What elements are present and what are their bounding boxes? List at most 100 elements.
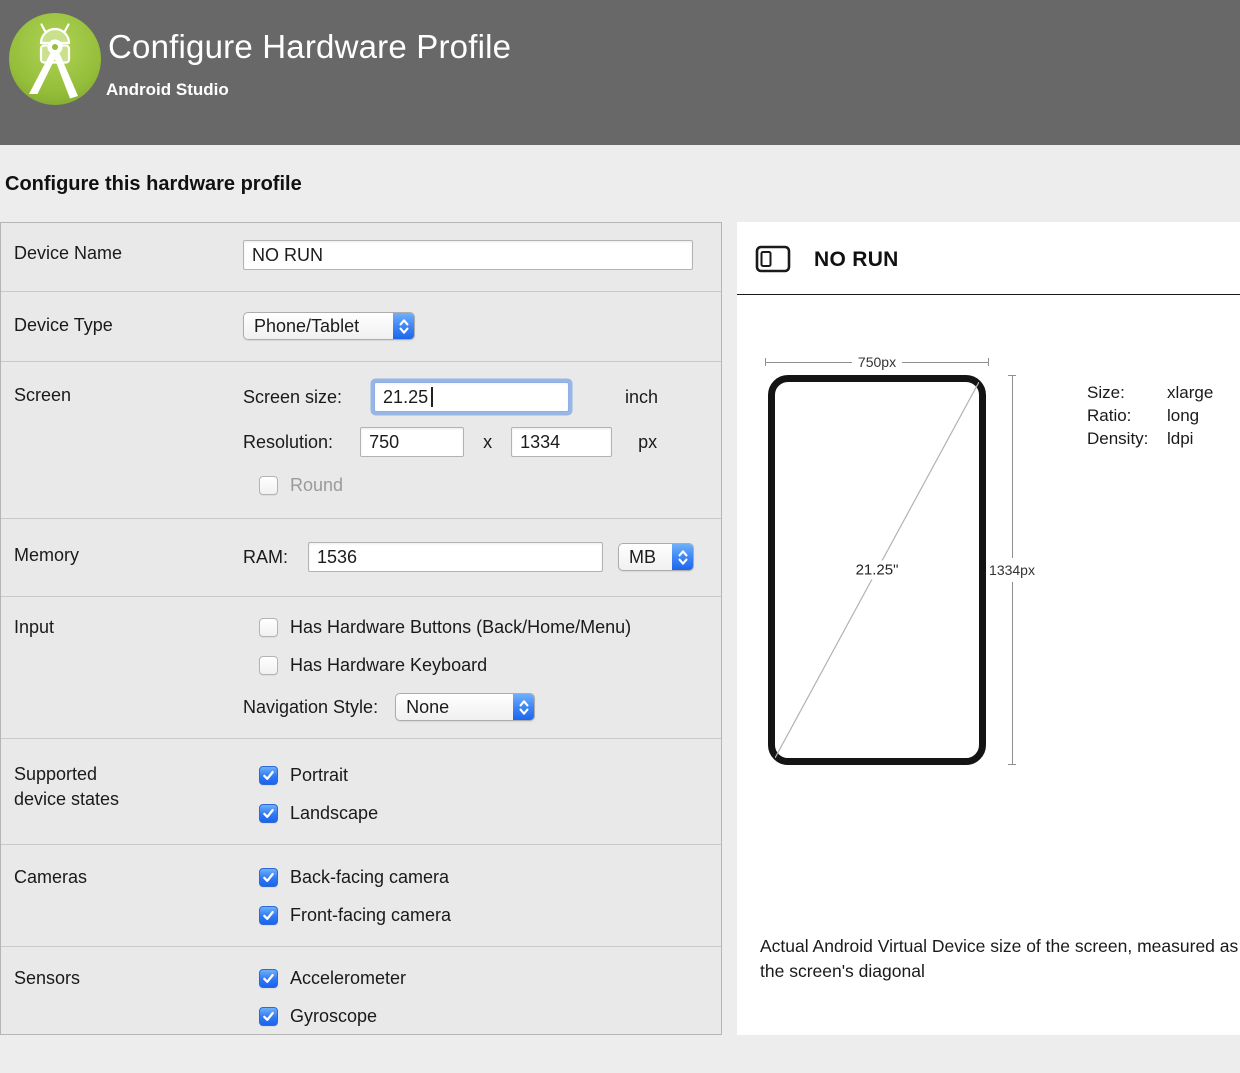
device-type-select[interactable]: Phone/Tablet — [243, 312, 415, 340]
width-measure: 750px — [765, 354, 989, 370]
navigation-style-select[interactable]: None — [395, 693, 536, 721]
resolution-height-input[interactable] — [511, 427, 613, 457]
navigation-style-value: None — [406, 696, 450, 717]
measure-line — [902, 361, 988, 363]
round-row: Round — [243, 472, 721, 498]
ram-unit-value: MB — [629, 546, 656, 567]
density-info-value: ldpi — [1167, 429, 1194, 448]
portrait-label: Portrait — [290, 764, 349, 785]
accelerometer-checkbox[interactable] — [259, 968, 278, 988]
device-name-section: Device Name — [1, 223, 721, 291]
cameras-section: Cameras Back-facing camera Front-facing … — [1, 844, 721, 946]
preview-device-name: NO RUN — [814, 248, 899, 271]
hardware-buttons-row: Has Hardware Buttons (Back/Home/Menu) — [243, 614, 721, 640]
size-info-label: Size: — [1087, 383, 1125, 402]
device-type-label: Device Type — [14, 315, 113, 335]
up-down-stepper-icon — [672, 544, 693, 570]
memory-section: Memory RAM: MB — [1, 518, 721, 596]
android-studio-logo-icon — [9, 13, 101, 105]
screen-label: Screen — [14, 385, 72, 405]
device-name-label: Device Name — [14, 243, 123, 263]
size-info-row: Size: xlarge — [1087, 381, 1213, 404]
hardware-keyboard-checkbox[interactable] — [259, 655, 278, 675]
density-info-label: Density: — [1087, 429, 1149, 448]
resolution-label: Resolution: — [243, 431, 334, 452]
checkmark-icon — [263, 1011, 274, 1021]
chevrons-icon — [398, 318, 409, 334]
input-section: Input Has Hardware Buttons (Back/Home/Me… — [1, 596, 721, 738]
measure-tick — [988, 358, 989, 366]
front-camera-label: Front-facing camera — [290, 904, 452, 925]
checkmark-icon — [263, 973, 274, 983]
device-preview-panel: NO RUN 750px 21.25" 1334px Size: xlarge … — [737, 222, 1240, 1035]
hardware-keyboard-label: Has Hardware Keyboard — [290, 654, 488, 675]
accelerometer-row: Accelerometer — [243, 965, 721, 991]
height-measure-label: 1334px — [989, 562, 1035, 578]
gyroscope-label: Gyroscope — [290, 1005, 378, 1026]
dialog-subtitle: Android Studio — [106, 80, 229, 99]
preview-note: Actual Android Virtual Device size of th… — [760, 936, 1239, 982]
round-label: Round — [290, 474, 344, 495]
screen-size-unit: inch — [625, 386, 659, 407]
diagonal-size-label: 21.25" — [851, 560, 903, 580]
checkmark-icon — [263, 808, 274, 818]
device-states-label: Supported device states — [14, 764, 120, 809]
measure-line — [1011, 582, 1013, 764]
back-camera-checkbox[interactable] — [259, 867, 278, 887]
screen-section: Screen Screen size: inch Resolution: x p… — [1, 361, 721, 518]
device-screen-outline: 21.25" — [768, 375, 986, 765]
device-type-value: Phone/Tablet — [254, 315, 360, 336]
up-down-stepper-icon — [393, 313, 414, 339]
measure-line — [766, 361, 852, 363]
accelerometer-label: Accelerometer — [290, 967, 407, 988]
resolution-separator: x — [483, 431, 493, 452]
configure-hardware-profile-dialog: { "window": { "title": "Configure Hardwa… — [0, 0, 1240, 1073]
landscape-checkbox[interactable] — [259, 803, 278, 823]
ram-label: RAM: — [243, 546, 288, 567]
device-type-section: Device Type Phone/Tablet — [1, 291, 721, 361]
ratio-info-label: Ratio: — [1087, 406, 1132, 425]
portrait-row: Portrait — [243, 762, 721, 788]
preview-divider — [737, 294, 1240, 295]
checkmark-icon — [263, 770, 274, 780]
round-checkbox[interactable] — [259, 475, 278, 495]
device-info: Size: xlarge Ratio: long Density: ldpi — [1087, 381, 1213, 450]
hardware-buttons-label: Has Hardware Buttons (Back/Home/Menu) — [290, 616, 632, 637]
checkmark-icon — [263, 872, 274, 882]
screen-size-label: Screen size: — [243, 386, 343, 407]
density-info-row: Density: ldpi — [1087, 427, 1213, 450]
screen-size-input[interactable] — [374, 382, 570, 412]
front-camera-checkbox[interactable] — [259, 905, 278, 925]
ratio-info-value: long — [1167, 406, 1200, 425]
ram-input[interactable] — [308, 542, 603, 572]
resolution-width-input[interactable] — [360, 427, 465, 457]
hardware-buttons-checkbox[interactable] — [259, 617, 278, 637]
input-label: Input — [14, 617, 55, 637]
window-title-bar: Configure Hardware Profile Android Studi… — [0, 0, 1240, 145]
chevrons-icon — [677, 549, 688, 565]
size-info-value: xlarge — [1167, 383, 1214, 402]
ram-unit-select[interactable]: MB — [618, 543, 694, 571]
measure-tick — [1008, 764, 1016, 765]
back-camera-label: Back-facing camera — [290, 866, 450, 887]
gyroscope-row: Gyroscope — [243, 1003, 721, 1029]
gyroscope-checkbox[interactable] — [259, 1006, 278, 1026]
page-heading: Configure this hardware profile — [5, 173, 302, 195]
landscape-row: Landscape — [243, 800, 721, 826]
back-camera-row: Back-facing camera — [243, 864, 721, 890]
ratio-info-row: Ratio: long — [1087, 404, 1213, 427]
memory-label: Memory — [14, 545, 80, 565]
sensors-label: Sensors — [14, 968, 81, 988]
device-name-input[interactable] — [243, 240, 693, 270]
checkmark-icon — [263, 910, 274, 920]
cameras-label: Cameras — [14, 867, 88, 887]
width-measure-label: 750px — [857, 354, 897, 370]
height-measure: 1334px — [986, 375, 1038, 765]
portrait-checkbox[interactable] — [259, 765, 278, 785]
hardware-keyboard-row: Has Hardware Keyboard — [243, 652, 721, 678]
chevrons-icon — [519, 699, 529, 715]
sensors-section: Sensors Accelerometer Gyroscope — [1, 946, 721, 1034]
hardware-profile-form: Device Name Device Type Phone/Tablet — [0, 222, 722, 1035]
resolution-unit: px — [638, 431, 658, 452]
device-states-section: Supported device states Portrait Landsca… — [1, 738, 721, 844]
